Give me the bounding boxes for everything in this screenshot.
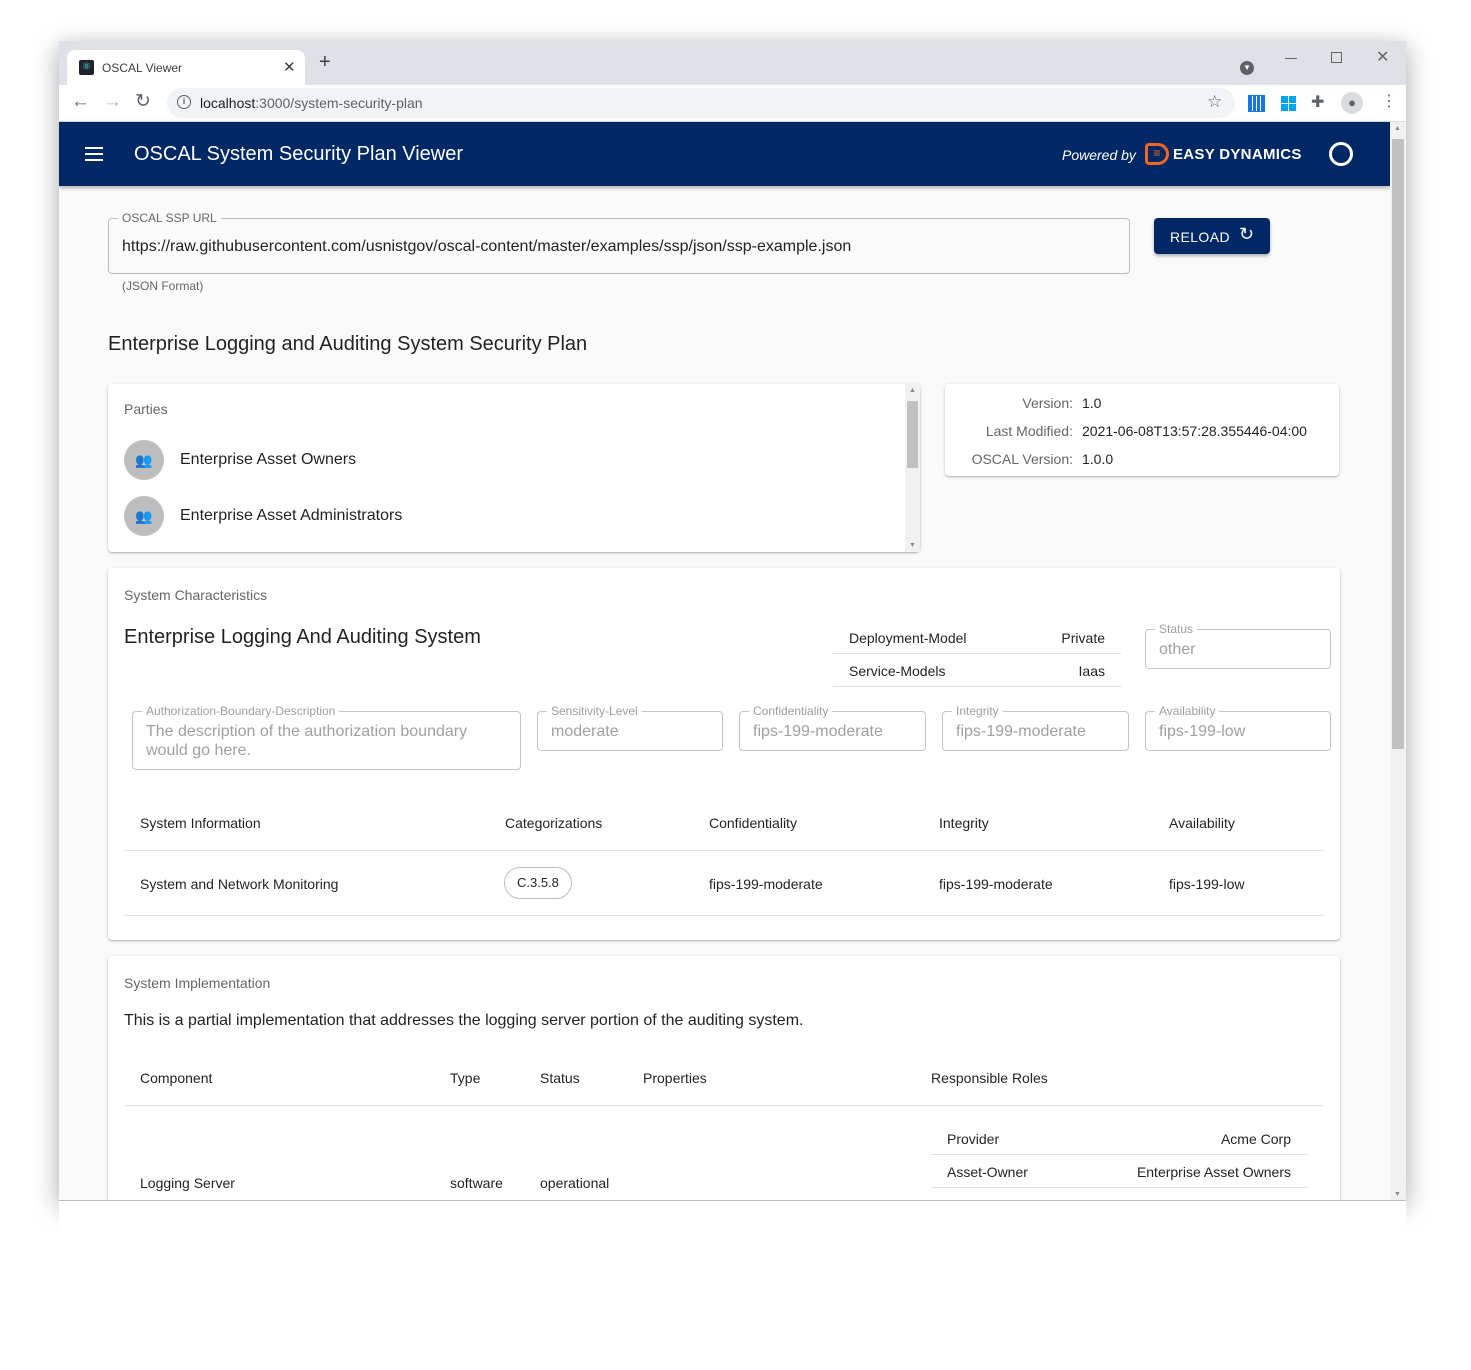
menu-hamburger-icon[interactable] bbox=[85, 147, 103, 161]
url-text: localhost:3000/system-security-plan bbox=[200, 95, 423, 111]
group-avatar-icon: 👥 bbox=[124, 496, 164, 536]
information-types-table: System Information Categorizations Confi… bbox=[108, 568, 1340, 940]
system-characteristics-card: System Characteristics Enterprise Loggin… bbox=[108, 568, 1340, 940]
column-header: Responsible Roles bbox=[931, 1070, 1048, 1086]
bookmark-star-icon[interactable]: ☆ bbox=[1207, 92, 1222, 112]
close-tab-icon[interactable]: ✕ bbox=[283, 58, 296, 76]
apps-grid-icon[interactable] bbox=[1248, 95, 1265, 112]
url-helper-text: (JSON Format) bbox=[122, 279, 204, 293]
page-scrollbar-thumb[interactable] bbox=[1392, 139, 1404, 749]
ssp-url-input[interactable]: https://raw.githubusercontent.com/usnist… bbox=[122, 238, 851, 256]
reload-button[interactable]: RELOAD ↻ bbox=[1154, 218, 1270, 254]
role-party: Enterprise Asset Owners bbox=[1136, 1164, 1291, 1180]
column-header: Confidentiality bbox=[709, 815, 797, 831]
tab-title: OSCAL Viewer bbox=[102, 61, 183, 75]
powered-by-label: Powered by bbox=[1062, 147, 1136, 163]
party-name: Enterprise Asset Administrators bbox=[180, 507, 403, 524]
column-header: System Information bbox=[140, 815, 261, 831]
windows-icon[interactable] bbox=[1281, 96, 1296, 111]
react-favicon-icon: ⚛ bbox=[79, 60, 94, 75]
ssp-title: Enterprise Logging and Auditing System S… bbox=[108, 333, 588, 355]
extensions-puzzle-icon[interactable]: ✚ bbox=[1311, 92, 1324, 112]
system-implementation-card: System Implementation This is a partial … bbox=[108, 956, 1340, 1216]
github-icon[interactable] bbox=[1329, 142, 1353, 166]
column-header: Properties bbox=[643, 1070, 707, 1086]
integrity-value: fips-199-moderate bbox=[939, 876, 1053, 892]
ssp-url-field[interactable]: OSCAL SSP URL https://raw.githubusercont… bbox=[108, 211, 1130, 274]
browser-tab[interactable]: ⚛ OSCAL Viewer ✕ bbox=[67, 50, 305, 85]
url-host: localhost bbox=[200, 95, 256, 111]
forward-icon[interactable]: → bbox=[103, 91, 122, 113]
maximize-icon[interactable] bbox=[1331, 52, 1342, 63]
ssp-url-label: OSCAL SSP URL bbox=[118, 211, 221, 225]
column-header: Categorizations bbox=[505, 815, 603, 831]
address-bar[interactable]: i localhost:3000/system-security-plan ☆ bbox=[167, 88, 1235, 118]
role-name: Provider bbox=[947, 1131, 1000, 1147]
parties-heading: Parties bbox=[124, 401, 168, 417]
url-path: :3000/system-security-plan bbox=[255, 95, 423, 111]
categorization-chip[interactable]: C.3.5.8 bbox=[504, 867, 572, 899]
party-name: Enterprise Asset Owners bbox=[180, 451, 357, 468]
profile-avatar-icon[interactable]: ● bbox=[1341, 92, 1363, 114]
group-avatar-icon: 👥 bbox=[124, 440, 164, 480]
tab-strip: ⚛ OSCAL Viewer ✕ + ▼ ✕ bbox=[59, 41, 1406, 85]
browser-toolbar: ← → ↻ i localhost:3000/system-security-p… bbox=[59, 85, 1406, 122]
browser-menu-icon[interactable]: ⋮ bbox=[1381, 91, 1397, 111]
confidentiality-value: fips-199-moderate bbox=[709, 876, 823, 892]
component-type: software bbox=[450, 1175, 503, 1191]
info-icon: i bbox=[177, 95, 191, 109]
column-header: Type bbox=[450, 1070, 481, 1086]
metadata-card: Version: 1.0 Last Modified: 2021-06-08T1… bbox=[945, 384, 1339, 476]
column-header: Availability bbox=[1169, 815, 1235, 831]
last-modified-label: Last Modified: bbox=[985, 423, 1073, 439]
app-header: OSCAL System Security Plan Viewer Powere… bbox=[59, 122, 1390, 186]
refresh-icon: ↻ bbox=[1239, 224, 1255, 244]
app-title: OSCAL System Security Plan Viewer bbox=[134, 143, 464, 165]
components-table: Component Type Status Properties Respons… bbox=[108, 956, 1340, 1216]
parties-scrollbar-thumb[interactable] bbox=[907, 401, 918, 468]
new-tab-icon[interactable]: + bbox=[319, 52, 331, 72]
reload-label: RELOAD bbox=[1170, 229, 1230, 245]
tab-search-icon[interactable]: ▼ bbox=[1240, 61, 1254, 75]
version-value: 1.0 bbox=[1082, 395, 1102, 411]
parties-scrollbar[interactable]: ▲ ▼ bbox=[905, 384, 920, 552]
close-window-icon[interactable]: ✕ bbox=[1376, 47, 1389, 67]
column-header: Integrity bbox=[939, 815, 989, 831]
oscal-version-value: 1.0.0 bbox=[1082, 451, 1114, 467]
role-party: Acme Corp bbox=[1220, 1131, 1291, 1147]
last-modified-value: 2021-06-08T13:57:28.355446-04:00 bbox=[1082, 423, 1307, 439]
easy-dynamics-brand[interactable]: EASY DYNAMICS bbox=[1173, 146, 1302, 163]
info-type-name: System and Network Monitoring bbox=[140, 876, 339, 892]
availability-value: fips-199-low bbox=[1169, 876, 1245, 892]
component-name: Logging Server bbox=[140, 1175, 235, 1191]
component-status: operational bbox=[540, 1175, 610, 1191]
reload-page-icon[interactable]: ↻ bbox=[135, 90, 151, 113]
minimize-icon[interactable] bbox=[1285, 58, 1297, 59]
back-icon[interactable]: ← bbox=[71, 91, 90, 113]
easy-dynamics-logo-icon[interactable]: ≡ bbox=[1145, 143, 1169, 165]
page-scrollbar[interactable]: ▲ ▼ bbox=[1390, 122, 1406, 1201]
column-header: Component bbox=[140, 1070, 213, 1086]
column-header: Status bbox=[540, 1070, 580, 1086]
role-name: Asset-Owner bbox=[947, 1164, 1028, 1180]
parties-card: Parties 👥 Enterprise Asset Owners 👥 Ente… bbox=[108, 384, 920, 552]
version-label: Version: bbox=[1022, 395, 1073, 411]
oscal-version-label: OSCAL Version: bbox=[971, 451, 1073, 467]
